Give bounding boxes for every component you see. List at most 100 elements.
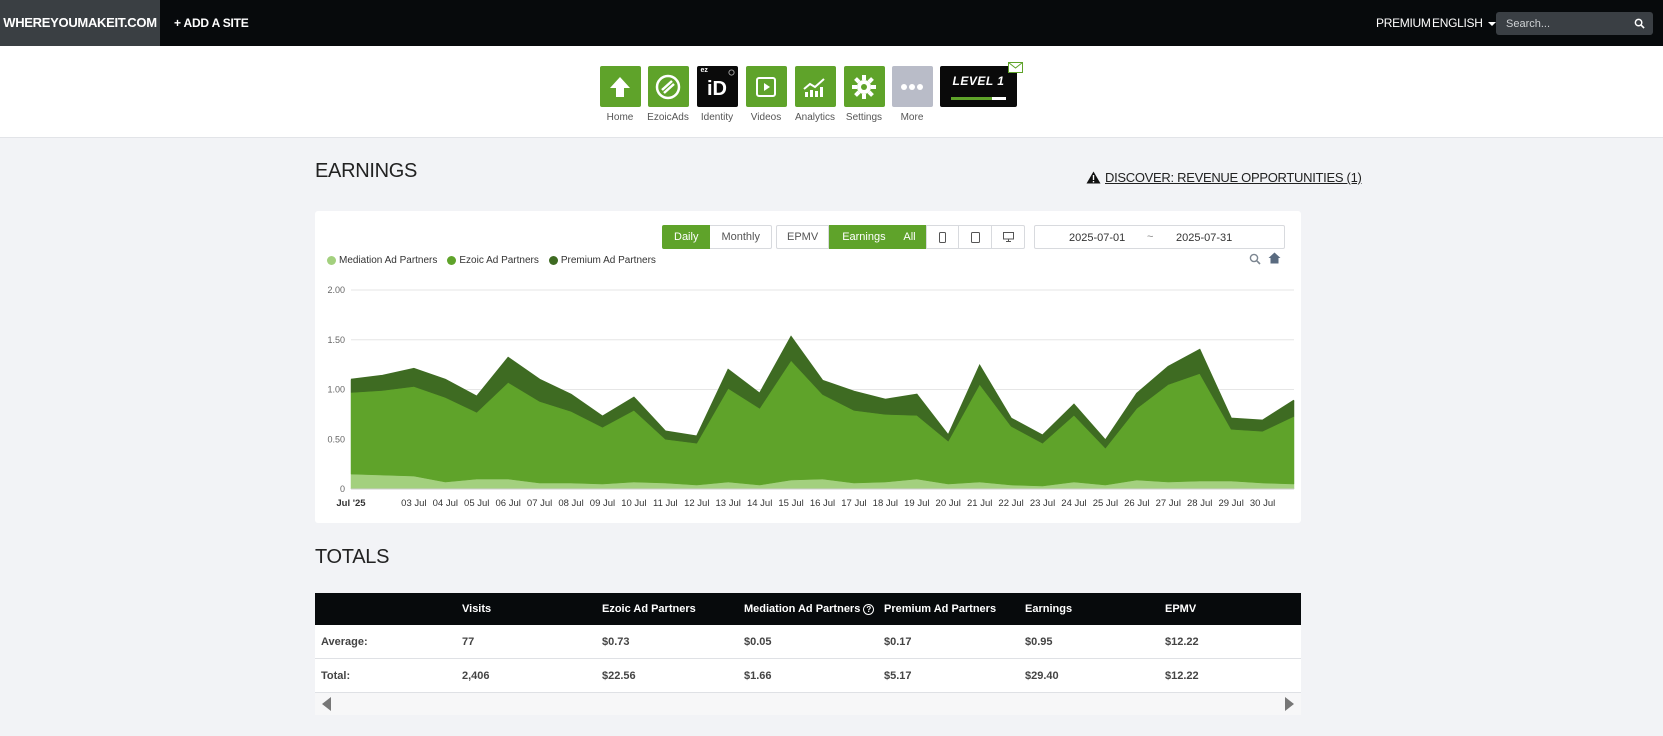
legend-label: Premium Ad Partners [560, 255, 656, 266]
app-ezoicads[interactable]: EzoicAds [646, 66, 690, 123]
legend-item[interactable]: Premium Ad Partners [548, 255, 656, 266]
legend-dot-icon [447, 256, 457, 265]
level-progress-fill [951, 97, 993, 100]
x-tick-label: 09 Jul [590, 498, 615, 509]
chart-legend: Mediation Ad Partners Ezoic Ad Partners Pr… [327, 255, 656, 266]
add-site-link[interactable]: + ADD A SITE [174, 0, 249, 46]
x-tick-label: 21 Jul [967, 498, 992, 509]
cell-epmv: $12.22 [1165, 635, 1199, 648]
legend-item[interactable]: Ezoic Ad Partners [447, 255, 539, 266]
video-play-icon [745, 66, 787, 107]
x-tick-label: 12 Jul [684, 498, 709, 509]
search-icon[interactable] [1634, 18, 1645, 29]
y-tick-label: 1.50 [327, 335, 345, 345]
scroll-left-arrow-icon[interactable] [322, 697, 331, 711]
y-tick-label: 2.00 [327, 285, 345, 295]
x-tick-label: 13 Jul [716, 498, 741, 509]
x-tick-label: 23 Jul [1030, 498, 1055, 509]
x-tick-label: 26 Jul [1124, 498, 1149, 509]
legend-item[interactable]: Mediation Ad Partners [327, 255, 437, 266]
row-label: Total: [321, 669, 351, 682]
earnings-area-chart: 0 0.50 1.00 1.50 2.00 Jul '25 03 Jul 04 Jul 05 J… [327, 285, 1295, 509]
cell-mediation: $1.66 [744, 669, 772, 682]
x-tick-label: 28 Jul [1187, 498, 1212, 509]
all-devices-button[interactable]: All [893, 225, 926, 249]
x-tick-label: 22 Jul [998, 498, 1023, 509]
mobile-button[interactable] [926, 225, 959, 249]
reset-zoom-home-icon[interactable] [1268, 252, 1281, 264]
period-toggle: Daily Monthly [662, 225, 772, 249]
app-more[interactable]: More [890, 66, 934, 123]
monthly-button[interactable]: Monthly [710, 225, 772, 249]
scroll-right-arrow-icon[interactable] [1285, 697, 1294, 711]
app-navigation: Home EzoicAds ez iD Identity Videos Anal… [0, 46, 1663, 138]
header-cell-epmv: EPMV [1165, 603, 1197, 615]
identity-id-icon: ez iD [696, 66, 738, 107]
cell-earnings: $29.40 [1025, 669, 1059, 682]
mobile-icon [939, 231, 946, 243]
ezoic-logo-icon [647, 66, 689, 107]
app-analytics[interactable]: Analytics [793, 66, 837, 123]
x-tick-label: 05 Jul [464, 498, 489, 509]
x-tick-label: 10 Jul [621, 498, 646, 509]
x-tick-label: 08 Jul [558, 498, 583, 509]
app-videos[interactable]: Videos [744, 66, 788, 123]
level-progress-bar [951, 97, 1006, 100]
level-badge[interactable]: LEVEL 1 [940, 66, 1017, 107]
app-identity[interactable]: ez iD Identity [695, 66, 739, 123]
zoom-icon[interactable] [1249, 253, 1261, 265]
x-tick-label: 29 Jul [1218, 498, 1243, 509]
house-arrow-icon [599, 66, 641, 107]
x-tick-label: 16 Jul [810, 498, 835, 509]
language-dropdown[interactable]: ENGLISH [1432, 0, 1496, 46]
gear-icon [843, 66, 885, 107]
date-range-picker[interactable]: 2025-07-01 ~ 2025-07-31 [1034, 225, 1285, 249]
identity-tile-text: iD [707, 78, 727, 100]
legend-dot-icon [548, 256, 558, 265]
x-tick-label: 06 Jul [495, 498, 520, 509]
table-scrollbar[interactable] [315, 693, 1301, 715]
x-tick-label: Jul '25 [336, 498, 366, 509]
cell-visits: 77 [462, 635, 475, 648]
cell-premium: $0.17 [884, 635, 912, 648]
premium-link[interactable]: PREMIUM [1376, 0, 1431, 46]
totals-table: Visits Ezoic Ad Partners Mediation Ad Pa… [315, 593, 1301, 715]
discover-revenue-link[interactable]: DISCOVER: REVENUE OPPORTUNITIES (1) [1086, 170, 1362, 185]
device-toggle: All [893, 225, 1025, 249]
table-row: Average: 77 $0.73 $0.05 $0.17 $0.95 $12.… [315, 625, 1301, 659]
site-name-link[interactable]: WHEREYOUMAKEIT.COM [0, 0, 160, 46]
earnings-button[interactable]: Earnings [829, 225, 899, 249]
date-to: 2025-07-31 [1176, 232, 1233, 244]
search-input[interactable] [1496, 12, 1626, 35]
header-cell-ezoic: Ezoic Ad Partners [602, 603, 696, 615]
y-tick-label: 0 [340, 484, 345, 494]
x-tick-label: 03 Jul [401, 498, 426, 509]
envelope-icon[interactable] [1008, 62, 1023, 73]
warning-icon [1086, 171, 1101, 184]
help-icon[interactable]: ? [863, 603, 875, 615]
earnings-chart-card: Daily Monthly EPMV Earnings All 2025-07-… [315, 211, 1301, 523]
cell-earnings: $0.95 [1025, 635, 1053, 648]
x-tick-label: 11 Jul [653, 498, 678, 509]
tablet-button[interactable] [959, 225, 992, 249]
daily-button[interactable]: Daily [662, 225, 711, 249]
x-tick-label: 25 Jul [1093, 498, 1118, 509]
header-cell-earnings: Earnings [1025, 603, 1073, 615]
table-row: Total: 2,406 $22.56 $1.66 $5.17 $29.40 $… [315, 659, 1301, 693]
x-tick-label: 24 Jul [1061, 498, 1086, 509]
date-separator: ~ [1147, 231, 1154, 243]
legend-label: Ezoic Ad Partners [459, 255, 539, 266]
x-tick-label: 27 Jul [1156, 498, 1181, 509]
desktop-icon [1002, 232, 1014, 242]
totals-header-row: Visits Ezoic Ad Partners Mediation Ad Pa… [315, 593, 1301, 625]
x-tick-label: 18 Jul [873, 498, 898, 509]
x-tick-label: 19 Jul [904, 498, 929, 509]
desktop-button[interactable] [992, 225, 1025, 249]
legend-label: Mediation Ad Partners [339, 255, 438, 266]
x-tick-label: 15 Jul [778, 498, 803, 509]
cell-mediation: $0.05 [744, 635, 772, 648]
epmv-button[interactable]: EPMV [776, 225, 830, 249]
identity-tile-prefix: ez [700, 67, 708, 74]
y-tick-label: 0.50 [327, 434, 345, 444]
top-bar: WHEREYOUMAKEIT.COM + ADD A SITE PREMIUM … [0, 0, 1663, 46]
